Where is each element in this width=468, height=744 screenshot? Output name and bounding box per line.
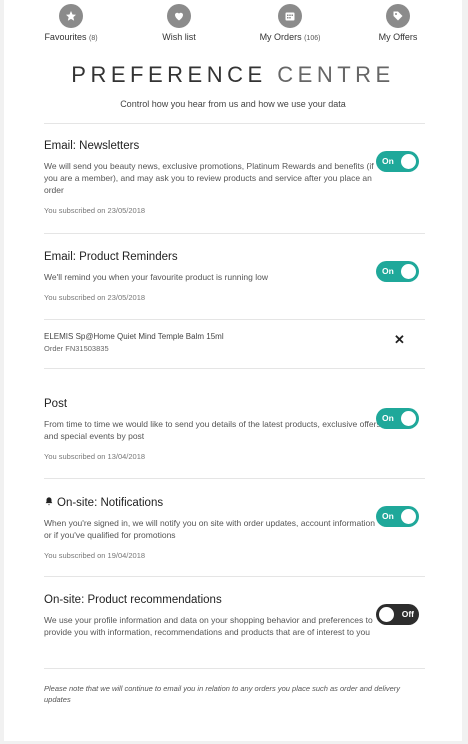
toggle-label: On [382,413,394,423]
section-email-newsletters: Email: Newsletters We will send you beau… [44,140,384,215]
divider [44,576,425,577]
section-description: We use your profile information and data… [44,615,373,637]
nav-wishlist[interactable]: Wish list [158,4,200,42]
divider [44,233,425,234]
page-subtitle: Control how you hear from us and how we … [120,99,346,109]
footnote: Please note that we will continue to ema… [44,684,401,704]
divider [44,478,425,479]
section-title: On-site: Notifications [44,496,384,509]
toggle-knob [401,411,416,426]
toggle-label: Off [401,609,414,619]
reminder-product: ELEMIS Sp@Home Quiet Mind Temple Balm 15… [44,332,224,353]
section-title: Email: Newsletters [44,140,140,152]
nav-my-offers-label: My Offers [378,32,418,42]
nav-my-orders-count: (106) [304,35,321,42]
star-icon [59,4,83,28]
divider [44,123,425,124]
nav-my-orders-label: My Orders [259,32,302,42]
section-description: We'll remind you when your favourite pro… [44,272,268,282]
toggle-email-product-reminders[interactable]: On [376,261,419,282]
subscribed-date: You subscribed on 13/04/2018 [44,452,146,461]
nav-favourites[interactable]: Favourites (8) [44,4,98,42]
heart-icon [167,4,191,28]
section-title: Email: Product Reminders [44,251,178,263]
page-title-bold: PREFERENCE [71,62,267,87]
nav-my-orders[interactable]: My Orders (106) [258,4,322,42]
section-title: Post [44,398,68,410]
section-title: On-site: Product recommendations [44,594,222,606]
section-title-text: On-site: Notifications [57,497,164,509]
toggle-knob [379,607,394,622]
nav-my-offers[interactable]: My Offers [376,4,420,42]
tag-icon [386,4,410,28]
section-email-product-reminders: Email: Product Reminders We'll remind yo… [44,251,384,302]
divider [44,368,425,369]
toggle-knob [401,154,416,169]
divider [44,668,425,669]
toggle-knob [401,509,416,524]
divider [44,319,425,320]
nav-wishlist-label: Wish list [162,32,196,42]
preference-card: Favourites (8) Wish list My Orders (106)… [4,0,462,741]
product-order-number: Order FN31503835 [44,344,109,353]
nav-favourites-label: Favourites [44,32,87,42]
section-description: When you're signed in, we will notify yo… [44,518,375,540]
toggle-onsite-product-recommendations[interactable]: Off [376,604,419,625]
toggle-onsite-notifications[interactable]: On [376,506,419,527]
subscribed-date: You subscribed on 23/05/2018 [44,293,146,302]
toggle-post[interactable]: On [376,408,419,429]
page-title-light: CENTRE [277,62,395,87]
toggle-email-newsletters[interactable]: On [376,151,419,172]
page-title: PREFERENCE CENTRE [4,62,462,88]
nav-favourites-count: (8) [88,35,98,42]
toggle-label: On [382,511,394,521]
toggle-knob [401,264,416,279]
close-icon[interactable]: ✕ [394,332,405,348]
toggle-label: On [382,156,394,166]
product-name: ELEMIS Sp@Home Quiet Mind Temple Balm 15… [44,332,224,341]
section-onsite-product-recommendations: On-site: Product recommendations We use … [44,594,384,638]
toggle-label: On [382,266,394,276]
subscribed-date: You subscribed on 19/04/2018 [44,551,146,560]
section-description: From time to time we would like to send … [44,419,381,441]
section-onsite-notifications: On-site: Notifications When you're signe… [44,496,384,560]
bell-icon [45,497,53,506]
section-post: Post From time to time we would like to … [44,398,384,461]
subscribed-date: You subscribed on 23/05/2018 [44,206,146,215]
section-description: We will send you beauty news, exclusive … [44,161,374,195]
calendar-icon [278,4,302,28]
account-nav: Favourites (8) Wish list My Orders (106)… [4,0,462,48]
